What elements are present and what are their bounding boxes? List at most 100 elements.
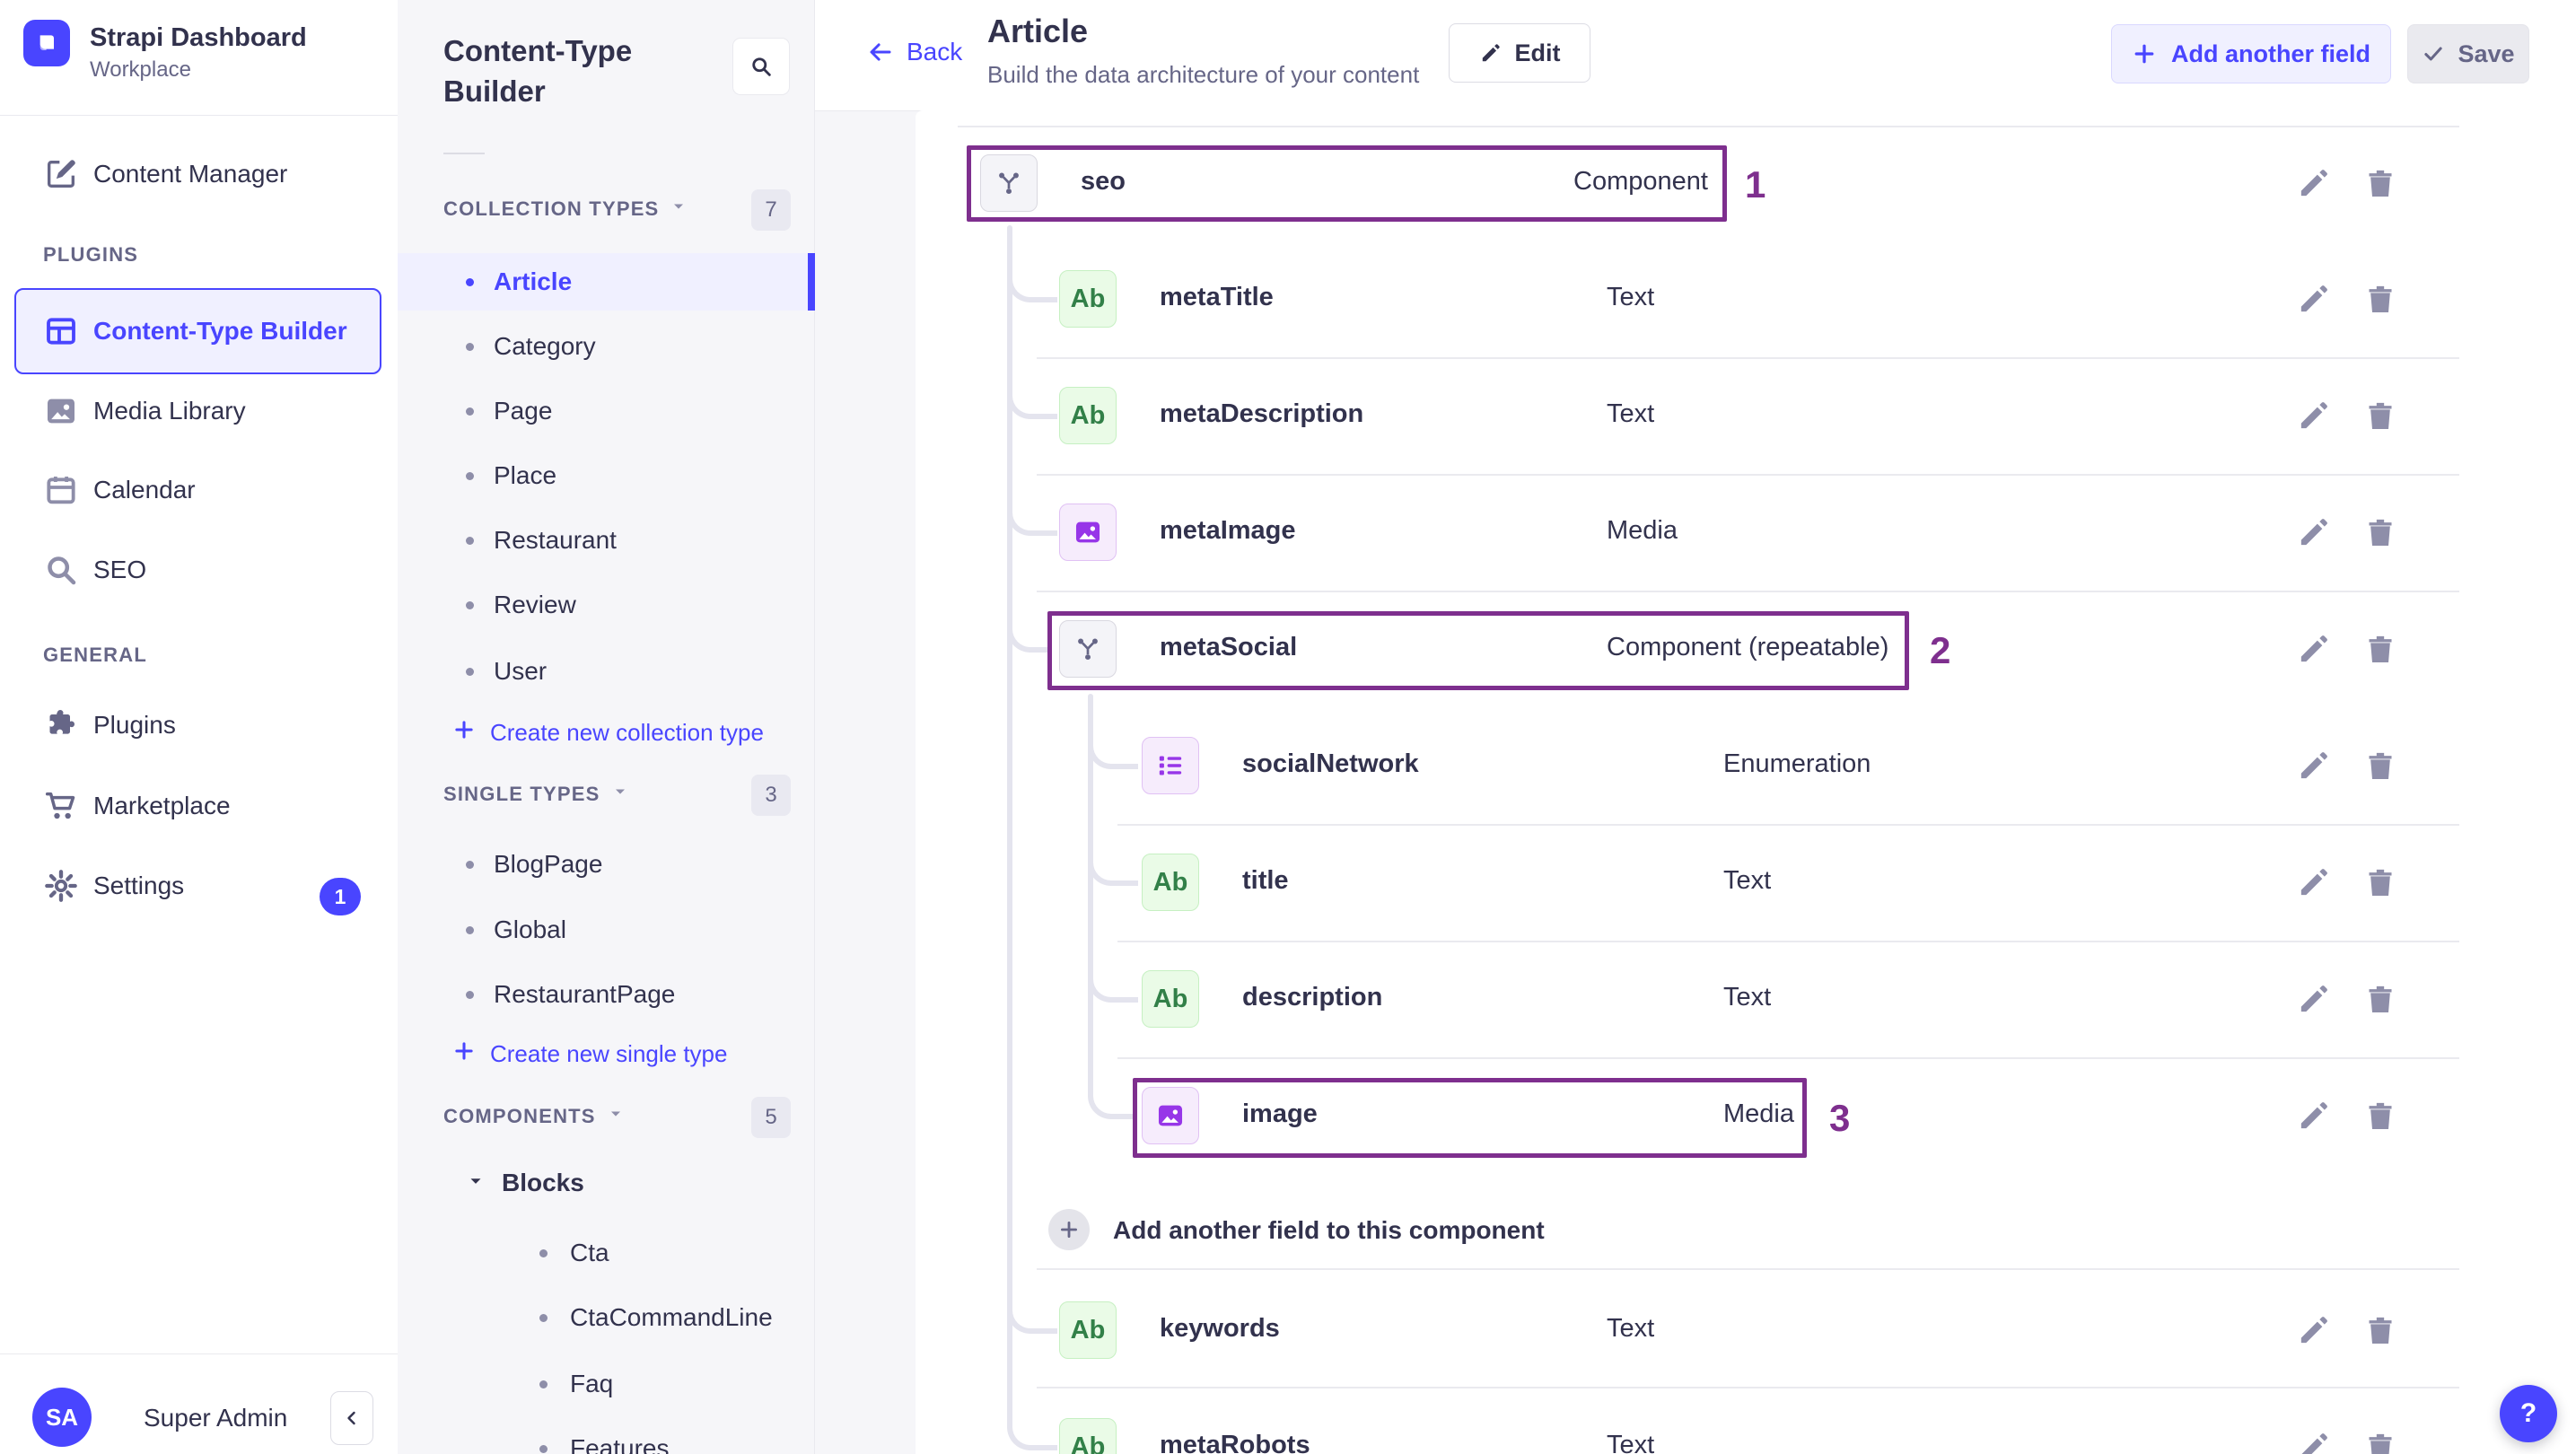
ctb-item-page[interactable]: Page bbox=[398, 382, 815, 440]
edit-field-button[interactable] bbox=[2296, 165, 2332, 201]
ctb-item-user[interactable]: User bbox=[398, 643, 815, 700]
edit-field-button[interactable] bbox=[2296, 1429, 2332, 1454]
add-field-label: Add another field bbox=[2171, 39, 2370, 67]
content-type-builder-panel: Content-Type Builder COLLECTION TYPES 7 … bbox=[398, 0, 815, 1454]
delete-field-button[interactable] bbox=[2362, 748, 2398, 784]
delete-field-button[interactable] bbox=[2362, 165, 2398, 201]
ctb-item-faq[interactable]: Faq bbox=[398, 1355, 815, 1413]
sidebar-item-content-manager[interactable]: Content Manager bbox=[0, 142, 398, 206]
caret-down-icon bbox=[466, 1169, 486, 1197]
edit-field-button[interactable] bbox=[2296, 748, 2332, 784]
edit-field-button[interactable] bbox=[2296, 281, 2332, 317]
delete-field-button[interactable] bbox=[2362, 631, 2398, 667]
delete-field-button[interactable] bbox=[2362, 864, 2398, 900]
app-title: Strapi Dashboard bbox=[90, 23, 307, 52]
page-subtitle: Build the data architecture of your cont… bbox=[987, 61, 1420, 88]
ctb-item-label: RestaurantPage bbox=[494, 980, 676, 1008]
sidebar-item-media-library[interactable]: Media Library bbox=[0, 379, 398, 443]
sidebar-item-seo[interactable]: SEO bbox=[0, 538, 398, 602]
chevron-down-icon bbox=[607, 1105, 625, 1128]
panel-title: Content-Type Builder bbox=[443, 34, 633, 108]
bullet-icon bbox=[466, 600, 474, 609]
bullet-icon bbox=[539, 1380, 548, 1388]
ctb-item-features[interactable]: Features bbox=[398, 1420, 815, 1454]
ctb-item-ctacommandline[interactable]: CtaCommandLine bbox=[398, 1289, 815, 1346]
ctb-item-place[interactable]: Place bbox=[398, 447, 815, 504]
edit-field-button[interactable] bbox=[2296, 514, 2332, 550]
strapi-dashboard: Strapi Dashboard Workplace Content Manag… bbox=[0, 0, 2576, 1454]
plus-icon bbox=[452, 718, 476, 748]
delete-field-button[interactable] bbox=[2362, 1429, 2398, 1454]
add-another-field-button[interactable]: Add another field bbox=[2111, 24, 2391, 83]
delete-field-button[interactable] bbox=[2362, 281, 2398, 317]
back-label: Back bbox=[907, 38, 963, 66]
sidebar-item-label: Media Library bbox=[93, 397, 246, 425]
pencil-icon bbox=[1482, 44, 1500, 62]
edit-label: Edit bbox=[1514, 39, 1561, 66]
section-count-badge: 3 bbox=[751, 775, 791, 816]
ctb-item-article[interactable]: Article bbox=[398, 253, 815, 311]
sidebar-item-content-type-builder[interactable]: Content-Type Builder bbox=[14, 288, 381, 374]
ctb-item-restaurantpage[interactable]: RestaurantPage bbox=[398, 966, 815, 1023]
delete-field-button[interactable] bbox=[2362, 398, 2398, 434]
ctb-item-cta[interactable]: Cta bbox=[398, 1224, 815, 1282]
ctb-item-global[interactable]: Global bbox=[398, 901, 815, 959]
edit-field-button[interactable] bbox=[2296, 864, 2332, 900]
sidebar-section-header: GENERAL bbox=[43, 644, 147, 666]
sidebar-item-plugins[interactable]: Plugins bbox=[0, 693, 398, 758]
edit-field-button[interactable] bbox=[2296, 631, 2332, 667]
section-label: COLLECTION TYPES bbox=[443, 197, 660, 220]
delete-field-button[interactable] bbox=[2362, 981, 2398, 1017]
ctb-group-blocks[interactable]: Blocks bbox=[466, 1169, 584, 1197]
ctb-action-create-new-single-type[interactable]: Create new single type bbox=[452, 1039, 727, 1069]
edit-field-button[interactable] bbox=[2296, 1312, 2332, 1348]
delete-field-button[interactable] bbox=[2362, 1312, 2398, 1348]
ctb-section-header[interactable]: SINGLE TYPES bbox=[443, 783, 629, 806]
sidebar-item-marketplace[interactable]: Marketplace bbox=[0, 774, 398, 838]
ctb-item-label: Article bbox=[494, 267, 573, 295]
edit-field-button[interactable] bbox=[2296, 398, 2332, 434]
save-label: Save bbox=[2458, 39, 2515, 67]
collapse-sidebar-button[interactable] bbox=[330, 1391, 373, 1445]
edit-button[interactable]: Edit bbox=[1449, 23, 1590, 83]
ctb-section-header[interactable]: COLLECTION TYPES bbox=[443, 197, 688, 221]
ctb-section-header[interactable]: COMPONENTS bbox=[443, 1105, 625, 1128]
sidebar-item-calendar[interactable]: Calendar bbox=[0, 458, 398, 522]
ctb-item-label: Global bbox=[494, 915, 566, 943]
ctb-item-blogpage[interactable]: BlogPage bbox=[398, 836, 815, 893]
add-field-to-component-icon[interactable] bbox=[1048, 1209, 1090, 1250]
avatar[interactable]: SA bbox=[32, 1388, 92, 1447]
search-icon bbox=[752, 57, 771, 76]
sidebar-section-header: PLUGINS bbox=[43, 243, 139, 266]
ctb-action-create-new-collection-type[interactable]: Create new collection type bbox=[452, 718, 764, 748]
bullet-icon bbox=[466, 925, 474, 934]
bullet-icon bbox=[466, 277, 474, 286]
ctb-item-label: BlogPage bbox=[494, 850, 603, 878]
delete-field-button[interactable] bbox=[2362, 1098, 2398, 1134]
delete-field-button[interactable] bbox=[2362, 514, 2398, 550]
ctb-item-category[interactable]: Category bbox=[398, 318, 815, 375]
bullet-icon bbox=[466, 667, 474, 676]
section-label: SINGLE TYPES bbox=[443, 783, 600, 805]
help-button[interactable]: ? bbox=[2500, 1385, 2557, 1442]
back-link[interactable]: Back bbox=[867, 38, 962, 66]
add-field-to-component-label[interactable]: Add another field to this component bbox=[1113, 1216, 1545, 1245]
save-button[interactable]: Save bbox=[2407, 24, 2529, 83]
ctb-action-label: Create new single type bbox=[490, 1040, 728, 1067]
sidebar-item-label: Calendar bbox=[93, 476, 196, 504]
bullet-icon bbox=[466, 342, 474, 351]
ctb-group-label: Blocks bbox=[502, 1169, 584, 1196]
sidebar-item-settings[interactable]: Settings 1 bbox=[0, 854, 398, 918]
plus-icon bbox=[452, 1039, 476, 1069]
edit-field-button[interactable] bbox=[2296, 981, 2332, 1017]
chevron-left-icon bbox=[347, 1411, 355, 1425]
search-button[interactable] bbox=[732, 38, 790, 95]
ctb-item-review[interactable]: Review bbox=[398, 576, 815, 634]
ctb-item-label: User bbox=[494, 657, 548, 685]
bullet-icon bbox=[466, 860, 474, 869]
gear-icon bbox=[43, 868, 79, 904]
ctb-item-label: Category bbox=[494, 332, 596, 360]
ctb-item-restaurant[interactable]: Restaurant bbox=[398, 512, 815, 569]
ctb-item-label: Cta bbox=[570, 1239, 609, 1266]
edit-field-button[interactable] bbox=[2296, 1098, 2332, 1134]
